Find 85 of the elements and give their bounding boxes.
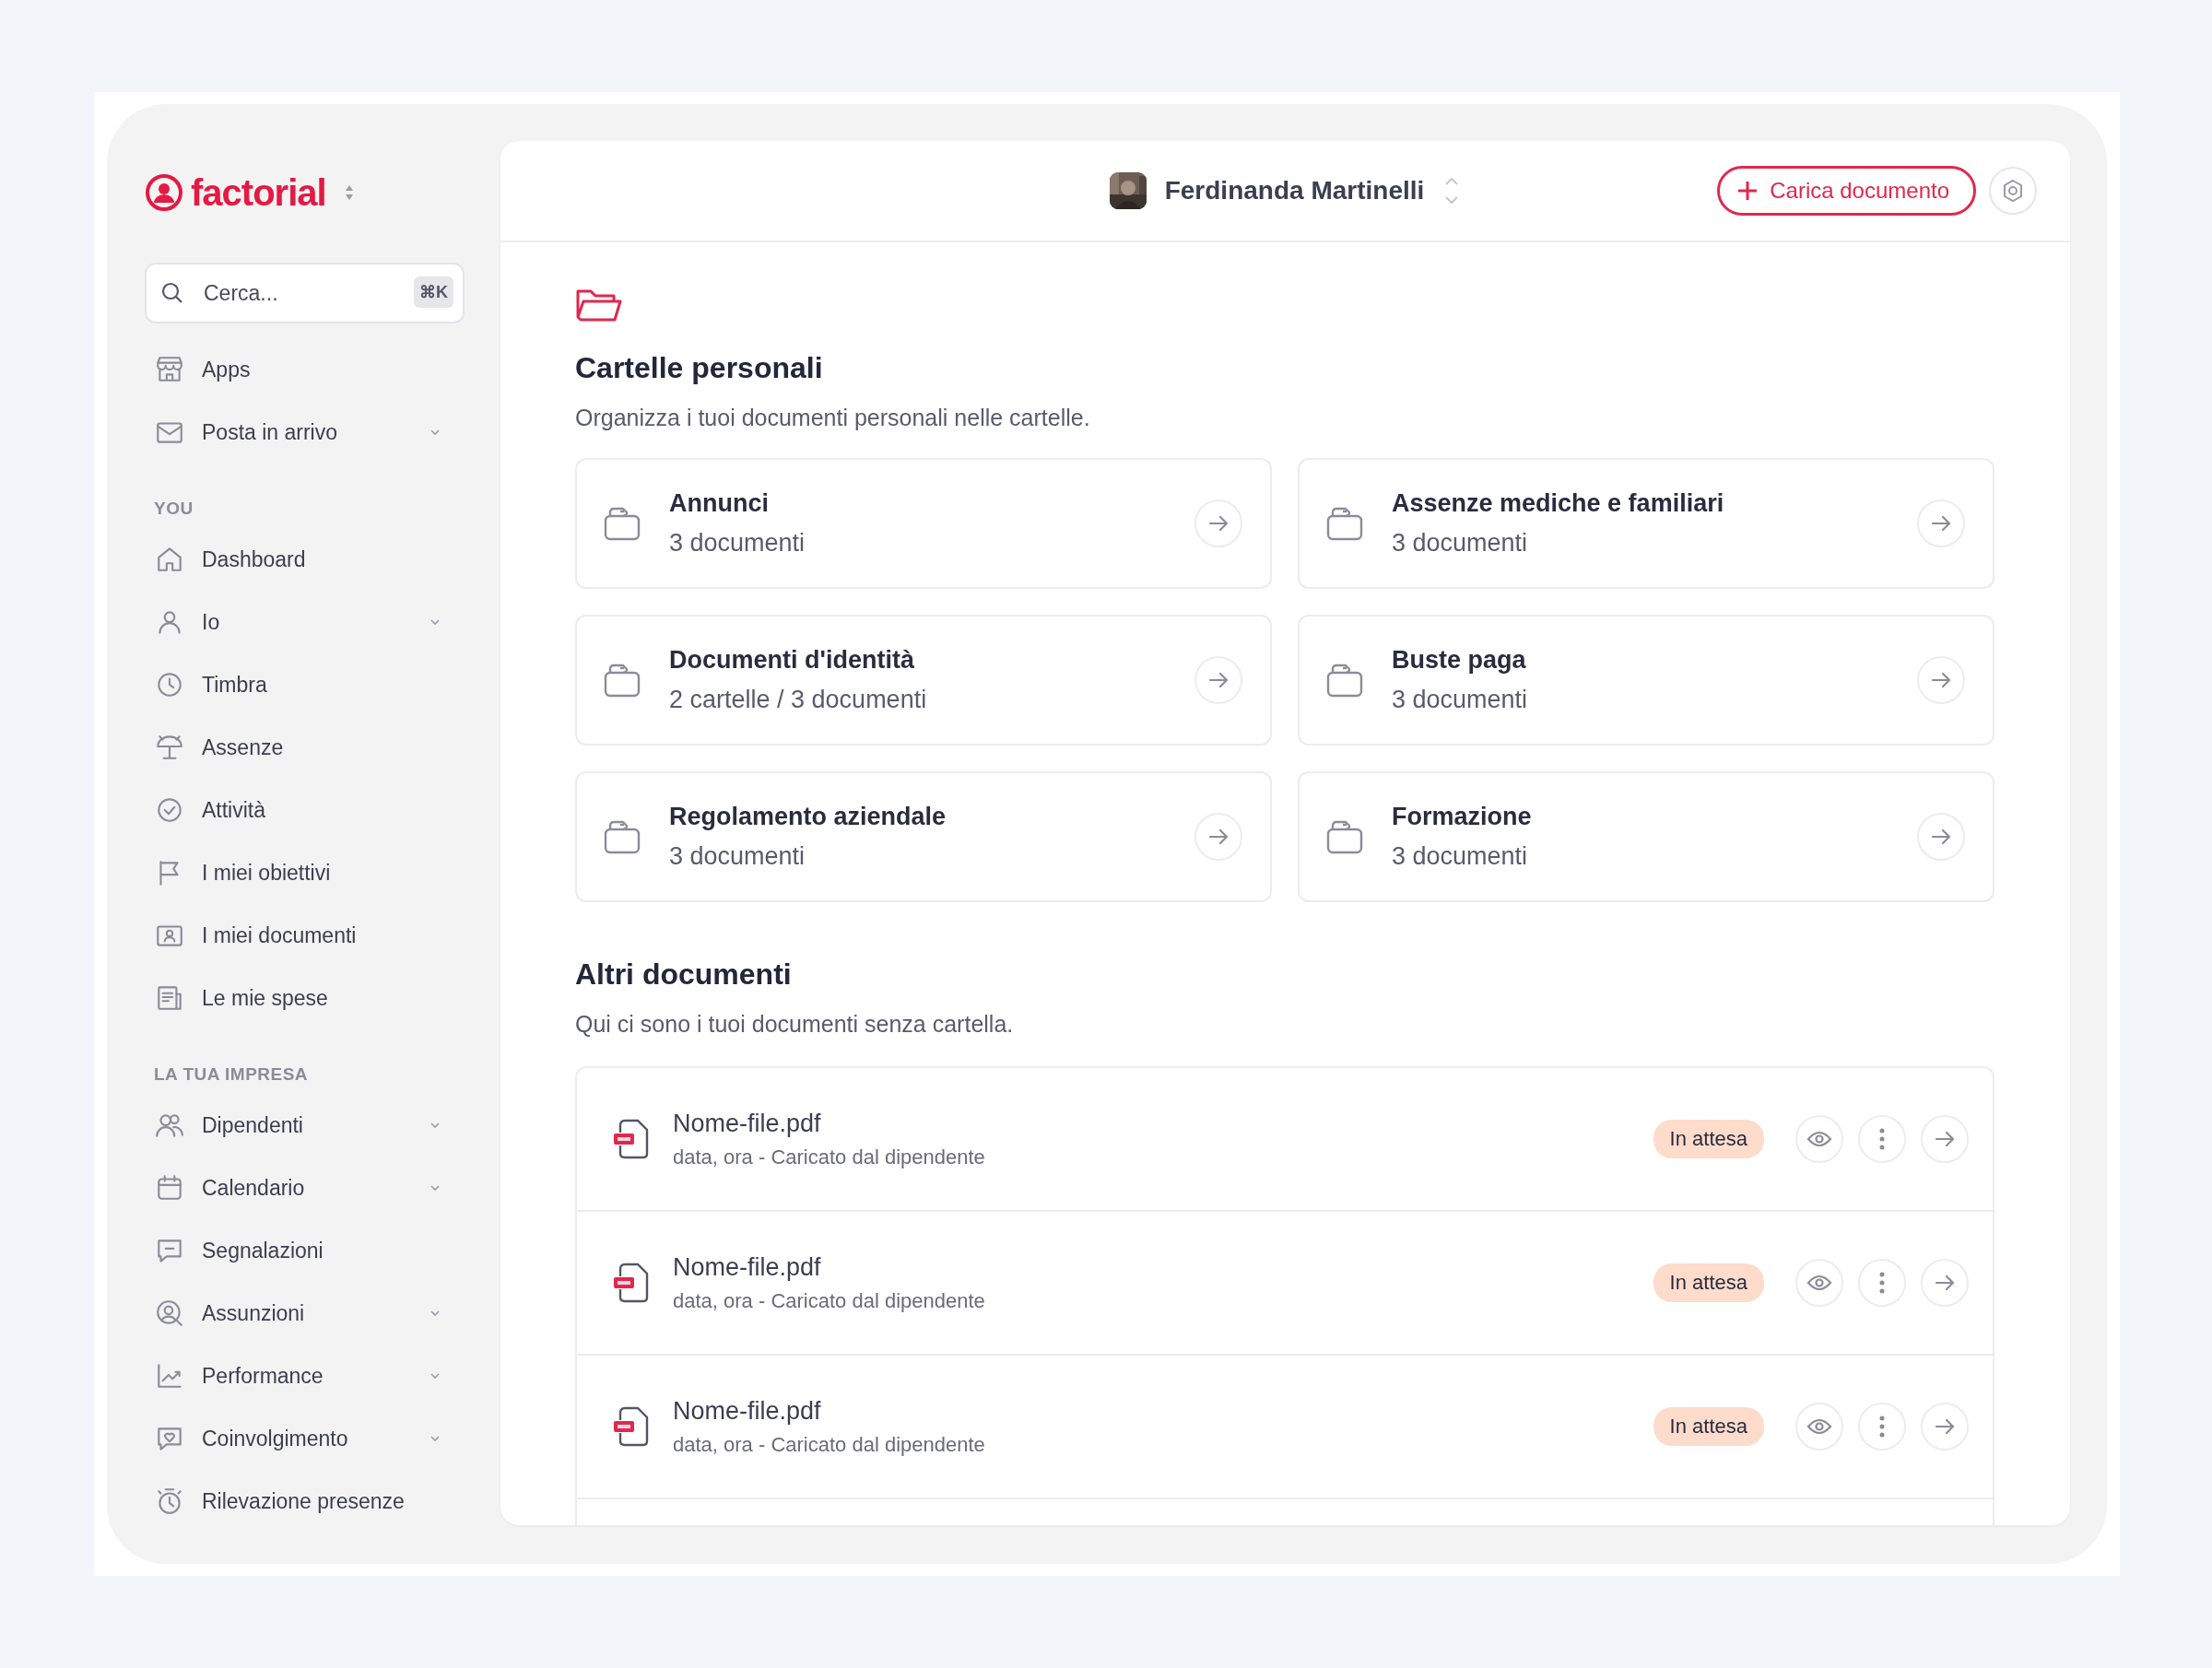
folder-icon [603,662,641,699]
nav-item[interactable]: Rilevazione presenze [145,1470,455,1533]
view-button[interactable] [1795,1259,1843,1307]
file-details: data, ora - Caricato dal dipendente [673,1288,986,1313]
folder-icon [1325,505,1364,542]
folder-count: 3 documenti [669,529,806,558]
folder-card[interactable]: Annunci 3 documenti [575,458,1272,589]
upload-button[interactable]: Carica documento [1717,166,1976,216]
file-details: data, ora - Caricato dal dipendente [673,1432,986,1457]
folder-name: Formazione [1392,803,1533,831]
folder-icon [1325,662,1364,699]
eye-icon [1806,1274,1832,1292]
more-icon [1879,1128,1885,1150]
folder-name: Documenti d'identità [669,646,915,675]
nav-item[interactable]: Attività [145,779,455,841]
file-name: Nome-file.pdf [673,1396,822,1426]
view-button[interactable] [1795,1403,1843,1451]
logo-icon [145,173,183,212]
nav-item[interactable]: Le mie spese [145,967,455,1029]
section-title: Altri documenti [575,957,793,993]
section-description: Qui ci sono i tuoi documenti senza cartella. [575,1010,1015,1039]
more-button[interactable] [1858,1403,1906,1451]
section-heading: YOU [153,499,194,519]
nav-item[interactable]: Segnalazioni [145,1219,455,1282]
open-button[interactable] [1921,1403,1969,1451]
more-button[interactable] [1858,1259,1906,1307]
nav-item[interactable]: Timbra [145,653,455,716]
file-details: data, ora - Caricato dal dipendente [673,1145,986,1169]
view-button[interactable] [1795,1115,1843,1163]
folder-name: Regolamento aziendale [669,803,947,831]
folder-card[interactable]: Buste paga 3 documenti [1298,615,1994,746]
nav-item[interactable]: Assenze [145,716,455,779]
section-title: Cartelle personali [575,350,824,386]
open-button[interactable] [1917,499,1965,547]
nav-item[interactable]: Io [145,591,455,653]
open-button[interactable] [1921,1259,1969,1307]
open-button[interactable] [1921,1115,1969,1163]
nav-item[interactable]: Dashboard [145,528,455,591]
folder-icon [603,818,641,855]
eye-icon [1806,1417,1832,1436]
nav-item[interactable]: Apps [145,338,455,401]
person-search-icon [154,1298,185,1329]
folder-count: 3 documenti [1392,686,1529,714]
user-name: Ferdinanda Martinelli [1164,176,1425,206]
section-heading: LA TUA IMPRESA [153,1064,310,1085]
nav-item[interactable]: Posta in arrivo [145,401,455,464]
open-button[interactable] [1917,813,1965,861]
settings-button[interactable] [1989,167,2037,215]
status-badge: In attesa [1653,1120,1764,1158]
more-icon [1879,1415,1885,1438]
nav-item[interactable]: I miei documenti [145,904,455,967]
folder-name: Annunci [669,489,770,518]
file-name: Nome-file.pdf [673,1109,822,1138]
nav-item[interactable]: Coinvolgimento [145,1407,455,1470]
nav-item[interactable]: Performance [145,1345,455,1407]
nav-item[interactable]: I miei obiettivi [145,841,455,904]
nav-item[interactable]: Assunzioni [145,1282,455,1345]
folder-name: Buste paga [1392,646,1527,675]
open-button[interactable] [1194,813,1242,861]
more-icon [1879,1272,1885,1294]
folder-icon [1325,818,1364,855]
folder-card[interactable]: Regolamento aziendale 3 documenti [575,771,1272,902]
section-description: Organizza i tuoi documenti personali nelle cartelle. [575,404,1091,432]
open-button[interactable] [1917,656,1965,704]
open-button[interactable] [1194,499,1242,547]
folder-name: Assenze mediche e familiari [1392,489,1725,518]
folder-icon [603,505,641,542]
folder-count: 2 cartelle / 3 documenti [669,686,928,714]
folder-count: 3 documenti [669,842,806,871]
folder-card[interactable]: Formazione 3 documenti [1298,771,1994,902]
nav-item[interactable]: Dipendenti [145,1094,455,1157]
nav-item[interactable]: Calendario [145,1157,455,1219]
folder-card[interactable]: Documenti d'identità 2 cartelle / 3 documenti [575,615,1272,746]
more-button[interactable] [1858,1115,1906,1163]
status-badge: In attesa [1653,1263,1764,1302]
folder-count: 3 documenti [1392,529,1529,558]
folder-card[interactable]: Assenze mediche e familiari 3 documenti [1298,458,1994,589]
file-name: Nome-file.pdf [673,1252,822,1282]
folder-count: 3 documenti [1392,842,1529,871]
status-badge: In attesa [1653,1407,1764,1446]
open-button[interactable] [1194,656,1242,704]
plus-icon [1736,180,1759,202]
brand-name: factorial [191,171,326,214]
eye-icon [1806,1130,1832,1148]
shortcut-hint: ⌘K [414,276,453,308]
